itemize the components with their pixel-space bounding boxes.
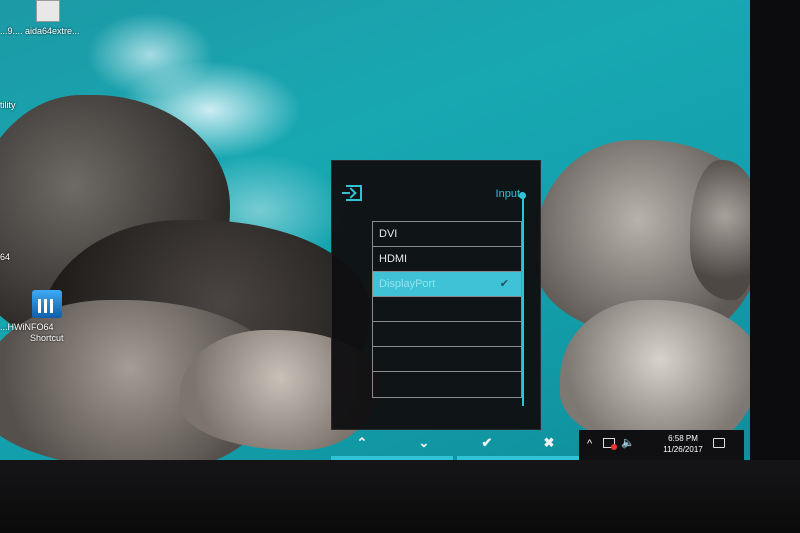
show-hidden-icons-chevron-icon[interactable]: ^: [587, 438, 592, 450]
desktop-icon-aida64[interactable]: ...9.... aida64extre...: [0, 0, 80, 38]
input-option-empty: [373, 347, 521, 372]
desktop-icon-utility[interactable]: tility: [0, 100, 16, 110]
input-option-displayport[interactable]: DisplayPort ✔: [373, 272, 521, 297]
clock-date: 11/26/2017: [663, 445, 703, 454]
osd-input-menu: Input DVI HDMI DisplayPort ✔: [331, 160, 541, 430]
osd-menu-title: Input: [495, 188, 520, 200]
menu-rail: [522, 195, 524, 406]
checkmark-icon[interactable]: ✔: [476, 432, 498, 454]
desktop-icon-64[interactable]: 64: [0, 252, 10, 262]
input-option-empty: [373, 297, 521, 322]
wallpaper-rock: [690, 160, 750, 300]
input-option-label: HDMI: [379, 253, 408, 265]
close-icon[interactable]: ✖: [538, 432, 560, 454]
monitor-bezel: [0, 460, 800, 533]
input-option-empty: [373, 322, 521, 347]
input-option-label: DVI: [379, 228, 398, 240]
chevron-down-icon[interactable]: ⌄: [413, 432, 435, 454]
input-option-dvi[interactable]: DVI: [373, 222, 521, 247]
notification-center-icon[interactable]: [713, 438, 725, 448]
network-icon[interactable]: [603, 438, 617, 450]
desktop-icon-label: 64: [0, 252, 11, 262]
monitor-bezel: [750, 0, 800, 533]
input-source-list: DVI HDMI DisplayPort ✔: [372, 221, 522, 398]
taskbar-tray: ^ 🔈 6:58 PM 11/26/2017: [579, 430, 744, 460]
aida64-icon: [36, 0, 60, 22]
menu-rail-dot: [519, 192, 526, 199]
desktop-icon-label: ...9.... aida64extre...: [0, 26, 80, 36]
desktop-icon-hwinfo64[interactable]: ...HWiNFO64 Shortcut: [0, 290, 70, 350]
clock[interactable]: 6:58 PM 11/26/2017: [663, 433, 703, 455]
desktop-icon-sublabel: Shortcut: [30, 333, 64, 343]
desktop-icon-label: tility: [0, 100, 16, 110]
osd-button-bar: ⌃ ⌄ ✔ ✖: [331, 430, 579, 462]
volume-icon[interactable]: 🔈: [621, 436, 635, 449]
wallpaper-rock: [560, 300, 750, 450]
input-option-empty: [373, 372, 521, 397]
input-option-hdmi[interactable]: HDMI: [373, 247, 521, 272]
input-source-icon: [342, 185, 362, 201]
chevron-up-icon[interactable]: ⌃: [351, 432, 373, 454]
hwinfo-icon: [32, 290, 62, 318]
input-option-label: DisplayPort: [379, 278, 436, 290]
clock-time: 6:58 PM: [668, 434, 698, 443]
desktop-icon-label: ...HWiNFO64: [0, 322, 54, 332]
checkmark-icon: ✔: [499, 278, 509, 290]
